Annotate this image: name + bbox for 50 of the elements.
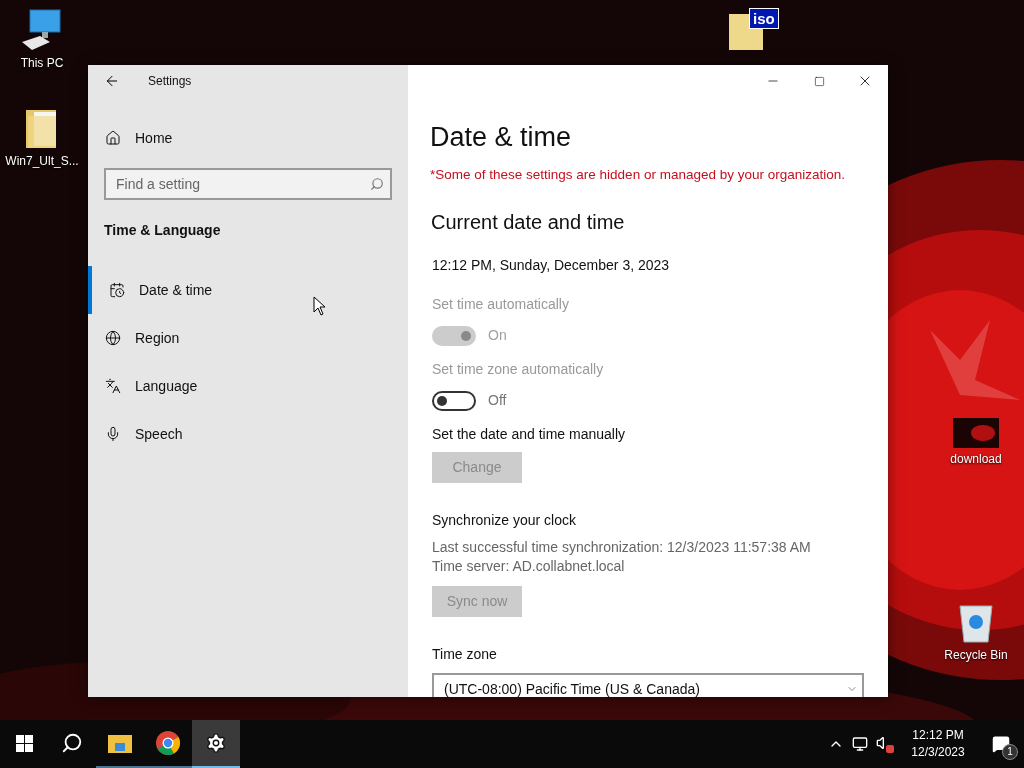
search-icon [370,177,384,191]
maximize-icon [813,75,825,87]
search-field[interactable]: Find a setting [104,168,392,200]
iso-badge: iso [749,8,779,29]
chrome-logo-icon [155,730,181,756]
video-thumbnail-icon [953,418,999,448]
home-icon [105,130,121,146]
sync-info: Time server: AD.collabnet.local [432,557,626,577]
language-icon [105,378,121,394]
sync-heading: Synchronize your clock [431,511,577,531]
windows-logo-icon [15,734,33,752]
clock[interactable]: 12:12 PM 12/3/2023 [898,727,978,761]
toggle-state: On [488,326,507,346]
calendar-clock-icon [109,282,125,298]
page-title: Date & time [430,121,573,154]
desktop-icon-label[interactable]: Recycle Bin [944,646,1008,664]
notification-button[interactable]: 1 [978,720,1024,768]
microphone-icon [105,426,121,442]
desktop-icon-label[interactable]: This PC [20,54,64,72]
section-heading: Time & Language [103,221,222,240]
mouse-cursor-icon [313,296,326,316]
sync-info: Last successful time synchronization: 12/3/2023 11:57:38 AM [432,538,812,558]
muted-speaker-icon[interactable] [876,735,894,753]
search-icon [61,732,83,754]
home-link[interactable]: Home [88,126,408,150]
toggle-switch[interactable] [432,390,476,411]
time-zone-dropdown[interactable]: (UTC-08:00) Pacific Time (US & Canada) [432,673,864,697]
gear-icon [205,732,227,754]
time-zone-label: Time zone [431,645,498,665]
folder-icon [108,733,132,753]
network-icon[interactable] [852,736,868,752]
clock-date: 12/3/2023 [911,744,965,761]
manual-label: Set the date and time manually [431,425,626,445]
toggle-state: Off [488,391,507,411]
section-heading: Current date and time [430,210,626,236]
computer-icon [20,8,64,52]
toggle-label: Set time automatically [432,295,570,315]
nav-item[interactable]: Language [88,362,408,410]
clock-time: 12:12 PM [912,727,964,744]
current-date-time: 12:12 PM, Sunday, December 3, 2023 [431,256,671,276]
nav-item[interactable]: Region [88,314,408,362]
policy-notice: *Some of these settings are hidden or managed by your organization. [430,166,846,184]
toggle-label: Set time zone automatically [432,360,605,380]
window-title: Settings [148,73,192,90]
desktop-icon-label[interactable]: Win7_Ult_S... [5,152,79,170]
notification-count: 1 [1002,744,1018,760]
globe-icon [105,330,121,346]
taskbar-button[interactable] [192,720,240,768]
nav-item[interactable]: Speech [88,410,408,458]
desktop-icon-label[interactable]: download [950,450,1002,468]
